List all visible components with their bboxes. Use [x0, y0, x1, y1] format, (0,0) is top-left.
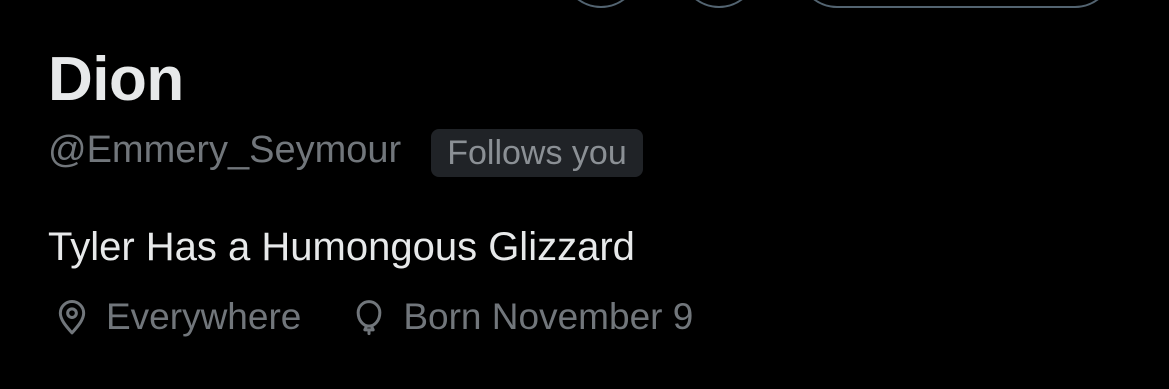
profile-header: Dion @Emmery_Seymour Follows you Tyler H…: [48, 44, 693, 344]
display-name: Dion: [48, 45, 184, 114]
profile-meta: Everywhere Born November 9: [48, 290, 693, 344]
following-button[interactable]: [798, 0, 1114, 8]
location-item: Everywhere: [48, 290, 301, 344]
handle-row: @Emmery_Seymour Follows you: [48, 124, 693, 177]
birthday-text: Born November 9: [403, 296, 694, 337]
location-pin-icon: [52, 297, 92, 337]
notifications-button[interactable]: [680, 0, 758, 8]
more-options-button[interactable]: [562, 0, 640, 8]
balloon-icon: [349, 297, 389, 337]
user-handle: @Emmery_Seymour: [48, 129, 402, 171]
follows-you-badge: Follows you: [431, 129, 643, 177]
location-text: Everywhere: [106, 296, 302, 337]
birthday-item: Born November 9: [345, 290, 693, 344]
profile-bio: Tyler Has a Humongous Glizzard: [48, 225, 635, 269]
